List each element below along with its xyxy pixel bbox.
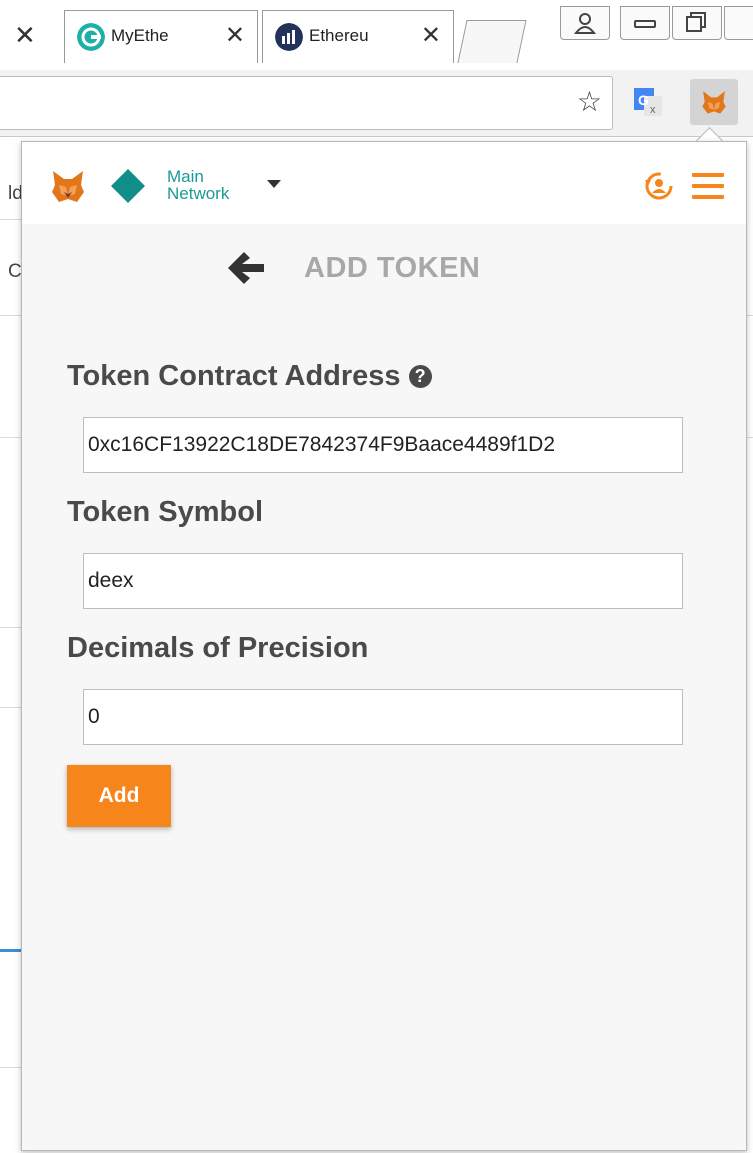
back-arrow-icon[interactable]	[226, 250, 266, 286]
decimals-input[interactable]	[83, 689, 683, 745]
new-tab-button[interactable]	[457, 20, 527, 63]
close-tab-icon[interactable]: ✕	[225, 24, 245, 48]
divider	[0, 219, 22, 220]
close-tab-icon[interactable]: ✕	[421, 24, 441, 48]
page-title: ADD TOKEN	[304, 252, 481, 284]
google-translate-icon[interactable]: G x	[632, 86, 664, 118]
etherscan-icon	[275, 23, 303, 51]
network-label-line1: Main	[167, 167, 204, 186]
minimize-button[interactable]	[620, 6, 670, 40]
divider	[0, 949, 22, 952]
network-indicator-icon[interactable]	[111, 169, 145, 203]
contract-address-label: Token Contract Address?	[67, 360, 432, 393]
divider	[0, 707, 22, 708]
account-switch-icon[interactable]	[642, 170, 676, 202]
contract-address-input[interactable]	[83, 417, 683, 473]
close-tab-icon[interactable]: ✕	[14, 22, 36, 48]
metamask-logo-icon	[52, 171, 84, 202]
tab-title: MyEthe	[111, 26, 169, 45]
svg-text:x: x	[650, 104, 656, 116]
contract-address-label-text: Token Contract Address	[67, 360, 401, 392]
tab-title: Ethereu	[309, 26, 369, 45]
help-icon[interactable]: ?	[408, 365, 432, 388]
divider	[0, 627, 22, 628]
divider	[0, 1067, 22, 1068]
svg-text:G: G	[638, 92, 649, 108]
close-window-button[interactable]	[724, 6, 753, 40]
address-bar[interactable]: ☆	[0, 76, 613, 130]
myetherwallet-icon	[77, 23, 105, 51]
token-symbol-input[interactable]	[83, 553, 683, 609]
profile-button[interactable]	[560, 6, 610, 40]
tab-strip: ✕ MyEthe ✕ Ethereu ✕	[0, 0, 753, 70]
metamask-extension-button[interactable]	[690, 79, 738, 125]
decimals-label: Decimals of Precision	[67, 632, 369, 664]
restore-button[interactable]	[672, 6, 722, 40]
browser-tab-myetherwallet[interactable]: MyEthe ✕	[64, 10, 258, 63]
metamask-popup: Main Network ADD TOKEN Token Contract Ad…	[21, 141, 747, 1151]
add-token-button[interactable]: Add	[67, 765, 171, 827]
hamburger-menu-icon[interactable]	[692, 173, 724, 199]
user-icon	[573, 13, 597, 34]
bookmark-star-icon[interactable]: ☆	[577, 87, 602, 117]
metamask-header: Main Network	[22, 142, 746, 224]
background-text: C	[8, 261, 22, 282]
chevron-down-icon[interactable]	[267, 180, 281, 188]
metamask-fox-icon	[702, 91, 726, 114]
browser-tab-etherscan[interactable]: Ethereu ✕	[262, 10, 454, 63]
network-label-line2: Network	[167, 184, 230, 203]
token-symbol-label: Token Symbol	[67, 496, 264, 528]
restore-icon	[686, 12, 706, 32]
network-selector[interactable]: Main Network	[167, 168, 229, 202]
minimize-icon	[634, 20, 656, 28]
